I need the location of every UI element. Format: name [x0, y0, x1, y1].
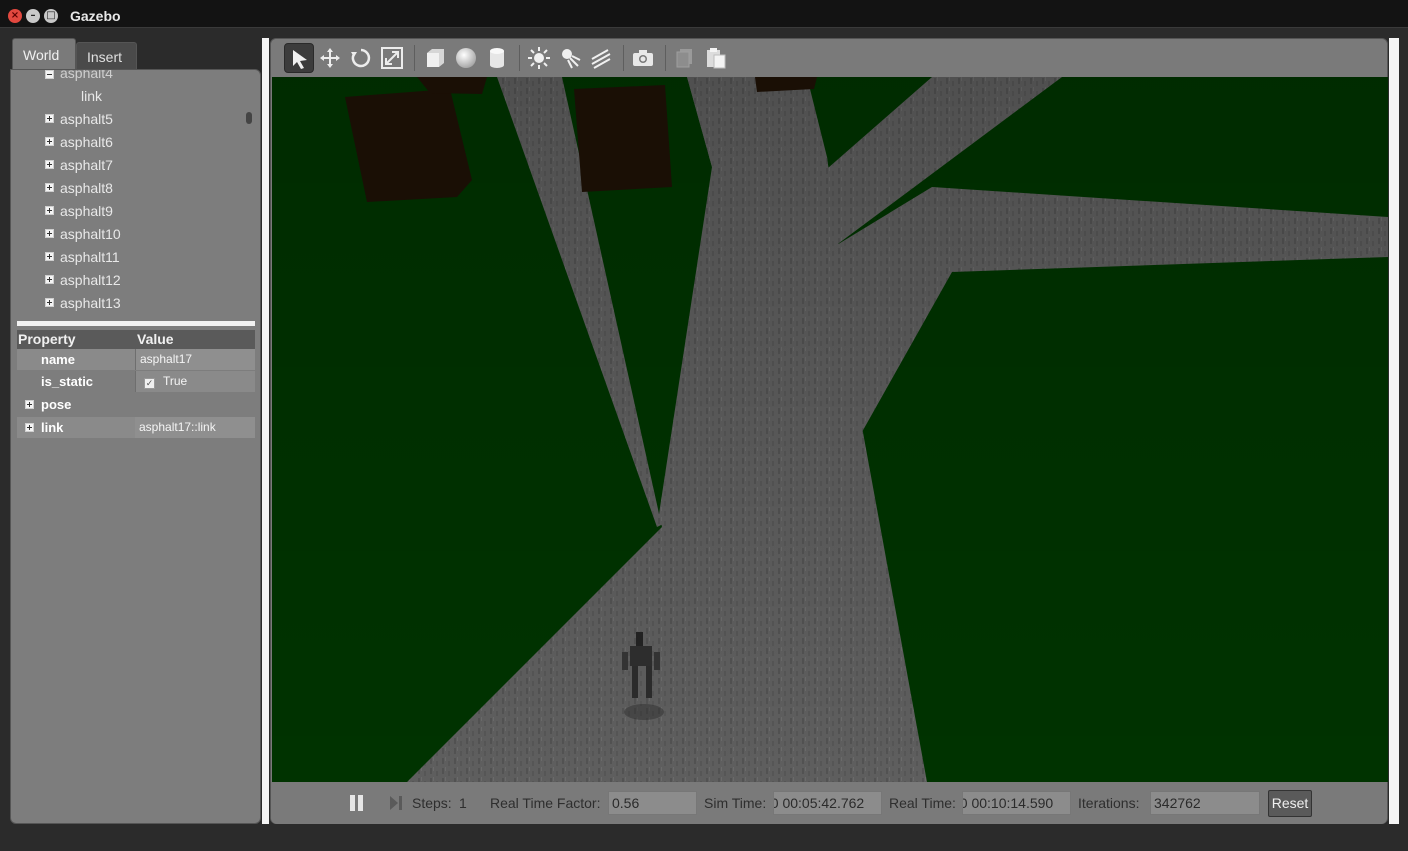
- tree-item[interactable]: asphalt12: [45, 269, 121, 291]
- box-icon[interactable]: [420, 43, 450, 73]
- real-time-field: 00 00:10:14.590: [962, 791, 1071, 815]
- pause-button[interactable]: [349, 795, 365, 811]
- panel-divider[interactable]: [262, 38, 269, 824]
- tree-scrollbar-handle[interactable]: [246, 112, 252, 124]
- tree-item[interactable]: asphalt13: [45, 292, 121, 314]
- expand-icon[interactable]: [45, 114, 54, 123]
- tree-item[interactable]: asphalt8: [45, 177, 113, 199]
- title-bar: × – □ Gazebo: [0, 0, 1408, 28]
- real-time-factor-field: 0.56: [608, 791, 697, 815]
- property-row-name: name asphalt17: [17, 349, 255, 370]
- left-panel: World Insert asphalt4 link asphalt5 aspha…: [10, 38, 261, 824]
- tab-world[interactable]: World: [12, 38, 76, 70]
- is-static-checkbox[interactable]: ✓: [144, 378, 155, 389]
- world-tab-content: asphalt4 link asphalt5 asphalt6 asphalt7 as…: [10, 69, 261, 824]
- expand-icon[interactable]: [45, 137, 54, 146]
- property-row-is-static: is_static ✓ True: [17, 371, 255, 392]
- sim-time-field: 00 00:05:42.762: [773, 791, 882, 815]
- cylinder-icon[interactable]: [482, 43, 512, 73]
- iterations-field: 342762: [1150, 791, 1260, 815]
- real-time-factor-label: Real Time Factor:: [490, 795, 601, 811]
- property-row-pose[interactable]: pose: [17, 394, 255, 415]
- screenshot-icon[interactable]: [628, 43, 658, 73]
- toolbar-separator: [623, 45, 624, 71]
- toolbar-separator: [414, 45, 415, 71]
- tree-item[interactable]: asphalt7: [45, 154, 113, 176]
- reset-button[interactable]: Reset: [1268, 790, 1312, 817]
- close-window-button[interactable]: ×: [8, 9, 22, 23]
- select-arrow-icon[interactable]: [284, 43, 314, 73]
- expand-icon[interactable]: [45, 160, 54, 169]
- paste-icon[interactable]: [701, 43, 731, 73]
- toolbar: [271, 39, 1387, 77]
- scene-render: [272, 77, 1388, 782]
- steps-label: Steps:: [412, 795, 452, 811]
- expand-icon[interactable]: [45, 206, 54, 215]
- 3d-scene-viewport[interactable]: [272, 77, 1388, 782]
- tree-item-partial[interactable]: asphalt4: [45, 70, 113, 84]
- copy-icon[interactable]: [670, 43, 700, 73]
- expand-icon[interactable]: [45, 183, 54, 192]
- expand-icon[interactable]: [45, 252, 54, 261]
- tree-item[interactable]: asphalt11: [45, 246, 120, 268]
- toolbar-separator: [665, 45, 666, 71]
- expand-icon[interactable]: [45, 275, 54, 284]
- tree-item[interactable]: asphalt9: [45, 200, 113, 222]
- iterations-label: Iterations:: [1078, 795, 1140, 811]
- tree-item[interactable]: asphalt10: [45, 223, 121, 245]
- property-table-header: Property Value: [17, 330, 255, 349]
- toolbar-separator: [519, 45, 520, 71]
- point-light-icon[interactable]: [524, 43, 554, 73]
- translate-icon[interactable]: [315, 43, 345, 73]
- tree-item[interactable]: asphalt6: [45, 131, 113, 153]
- tab-insert[interactable]: Insert: [76, 42, 137, 70]
- minimize-window-button[interactable]: –: [26, 9, 40, 23]
- property-row-link[interactable]: link asphalt17::link: [17, 417, 255, 438]
- expand-icon[interactable]: [45, 298, 54, 307]
- building-1: [345, 89, 472, 202]
- directional-light-icon[interactable]: [586, 43, 616, 73]
- spot-light-icon[interactable]: [555, 43, 585, 73]
- tree-item[interactable]: asphalt5: [45, 108, 113, 130]
- collapse-icon[interactable]: [45, 70, 54, 79]
- tree-item-link[interactable]: link: [81, 85, 102, 107]
- scale-icon[interactable]: [377, 43, 407, 73]
- name-value-field[interactable]: asphalt17: [135, 349, 255, 370]
- building-3: [574, 85, 672, 192]
- expand-icon[interactable]: [25, 423, 34, 432]
- rotate-icon[interactable]: [346, 43, 376, 73]
- window-right-edge: [1389, 38, 1399, 824]
- model-tree[interactable]: asphalt4 link asphalt5 asphalt6 asphalt7 as…: [11, 70, 256, 320]
- property-header: Property: [18, 331, 76, 347]
- is-static-value[interactable]: ✓ True: [135, 371, 255, 392]
- sphere-icon[interactable]: [451, 43, 481, 73]
- panel-splitter[interactable]: [17, 321, 255, 326]
- expand-icon[interactable]: [25, 400, 34, 409]
- step-button[interactable]: [388, 795, 404, 811]
- window-title: Gazebo: [70, 8, 121, 24]
- real-time-label: Real Time:: [889, 795, 956, 811]
- simulation-control-bar: Steps: 1 Real Time Factor: 0.56 Sim Time…: [271, 783, 1387, 824]
- render-panel: Steps: 1 Real Time Factor: 0.56 Sim Time…: [270, 38, 1388, 824]
- value-header: Value: [137, 331, 174, 347]
- sim-time-label: Sim Time:: [704, 795, 767, 811]
- expand-icon[interactable]: [45, 229, 54, 238]
- steps-value[interactable]: 1: [459, 795, 467, 811]
- maximize-window-button[interactable]: □: [44, 9, 58, 23]
